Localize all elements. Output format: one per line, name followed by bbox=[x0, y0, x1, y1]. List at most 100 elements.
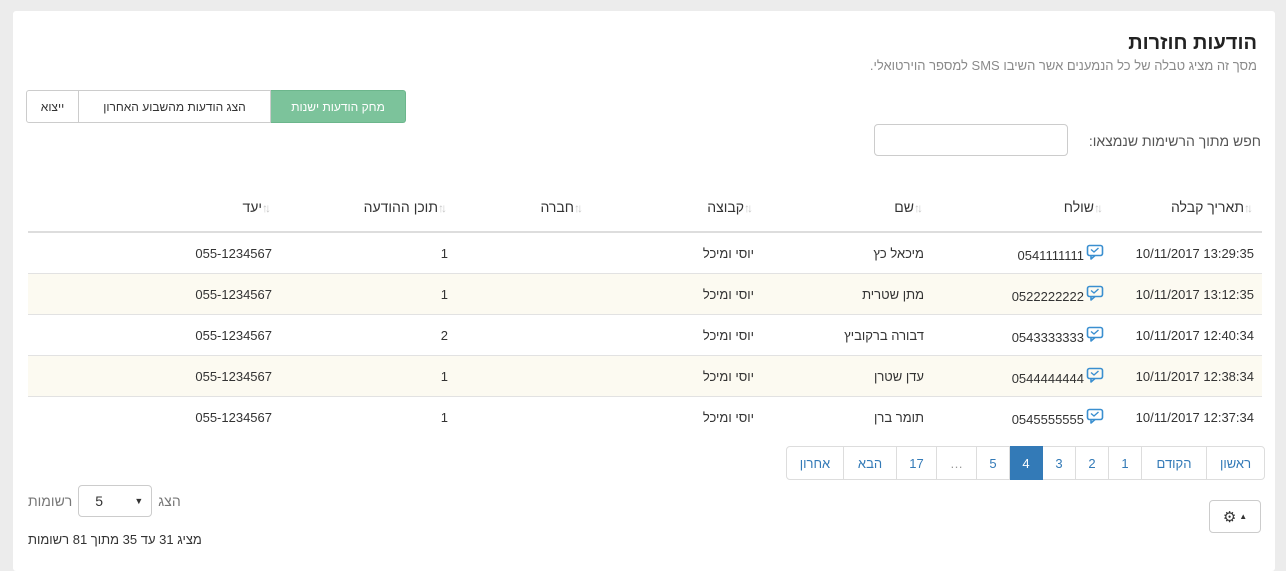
page-size-value: 5 bbox=[95, 493, 104, 509]
cell-name: מיכאל כץ bbox=[762, 231, 932, 274]
cell-content: 2 bbox=[280, 314, 456, 356]
search-label: חפש מתוך הרשימות שנמצאו: bbox=[1088, 133, 1261, 149]
column-header-company[interactable]: ↓↑חברה bbox=[456, 183, 592, 233]
cell-company bbox=[456, 355, 592, 397]
page-title: הודעות חוזרות bbox=[1128, 32, 1257, 54]
cell-date: 10/11/2017 12:37:34 bbox=[1112, 396, 1262, 437]
gear-icon: ⚙ bbox=[1222, 508, 1237, 526]
records-summary: מציג 31 עד 35 מתוך 81 רשומות bbox=[28, 532, 202, 547]
pagination-page[interactable]: 2 bbox=[1075, 446, 1109, 480]
show-last-week-button[interactable]: הצג הודעות מהשבוע האחרון bbox=[79, 90, 271, 123]
table-header-row: ↓↑תאריך קבלה ↓↑שולח ↓↑שם ↓↑קבוצה ↓↑חברה … bbox=[28, 183, 1262, 233]
main-panel: הודעות חוזרות מסך זה מציג טבלה של כל הנמ… bbox=[13, 11, 1275, 571]
pagination-ellipsis: … bbox=[936, 446, 977, 480]
caret-up-icon: ▲ bbox=[1239, 512, 1248, 521]
cell-name: דבורה ברקוביץ bbox=[762, 314, 932, 356]
sort-icon: ↓↑ bbox=[438, 201, 447, 215]
column-header-label: שולח bbox=[1063, 199, 1094, 215]
table-row[interactable]: 10/11/2017 12:40:34 0543333333 דבורה ברקוב… bbox=[28, 314, 1262, 356]
cell-content: 1 bbox=[280, 273, 456, 315]
cell-content: 1 bbox=[280, 231, 456, 274]
table-row[interactable]: 10/11/2017 13:12:35 0522222222 מתן שטרית יו… bbox=[28, 273, 1262, 315]
column-header-date[interactable]: ↓↑תאריך קבלה bbox=[1112, 183, 1262, 233]
sort-icon: ↓↑ bbox=[744, 201, 753, 215]
cell-company bbox=[456, 396, 592, 437]
column-header-sender[interactable]: ↓↑שולח bbox=[932, 183, 1112, 233]
table-row[interactable]: 10/11/2017 12:38:34 0544444444 עדן שטרן יוס… bbox=[28, 355, 1262, 397]
sms-reply-icon[interactable] bbox=[1086, 284, 1104, 302]
sms-reply-icon[interactable] bbox=[1086, 407, 1104, 425]
settings-dropdown-button[interactable]: ⚙ ▲ bbox=[1209, 500, 1261, 533]
cell-name: עדן שטרן bbox=[762, 355, 932, 397]
table-row[interactable]: 10/11/2017 13:29:35 0541111111 מיכאל כץ יוס… bbox=[28, 231, 1262, 274]
column-header-name[interactable]: ↓↑שם bbox=[762, 183, 932, 233]
cell-name: מתן שטרית bbox=[762, 273, 932, 315]
pagination-last[interactable]: אחרון bbox=[786, 446, 844, 480]
cell-sender: 0522222222 bbox=[932, 273, 1112, 315]
cell-target: 055-1234567 bbox=[28, 273, 280, 315]
column-header-label: שם bbox=[894, 199, 914, 215]
page-size-show-label: הצג bbox=[158, 493, 181, 509]
sender-number: 0541111111 bbox=[1017, 247, 1084, 263]
cell-target: 055-1234567 bbox=[28, 314, 280, 356]
cell-sender: 0541111111 bbox=[932, 231, 1112, 274]
column-header-group[interactable]: ↓↑קבוצה bbox=[592, 183, 762, 233]
page-subtitle: מסך זה מציג טבלה של כל הנמענים אשר השיבו… bbox=[869, 58, 1257, 73]
cell-group: יוסי ומיכל bbox=[592, 231, 762, 274]
delete-old-messages-button[interactable]: מחק הודעות ישנות bbox=[271, 90, 406, 123]
date-value: 10/11/2017 12:38:34 bbox=[1135, 368, 1254, 384]
column-header-label: יעד bbox=[242, 199, 262, 215]
cell-target: 055-1234567 bbox=[28, 231, 280, 274]
date-value: 10/11/2017 12:37:34 bbox=[1135, 409, 1254, 425]
sender-number: 0545555555 bbox=[1011, 411, 1084, 427]
cell-group: יוסי ומיכל bbox=[592, 273, 762, 315]
pagination: ראשון הקודם 1 2 3 4 5 … 17 הבא אחרון bbox=[786, 446, 1265, 480]
pagination-page[interactable]: 1 bbox=[1108, 446, 1142, 480]
caret-down-icon: ▼ bbox=[134, 496, 144, 506]
column-header-label: חברה bbox=[540, 199, 574, 215]
cell-date: 10/11/2017 13:12:35 bbox=[1112, 273, 1262, 315]
sender-number: 0543333333 bbox=[1011, 329, 1084, 345]
cell-date: 10/11/2017 13:29:35 bbox=[1112, 231, 1262, 274]
toolbar: ייצוא הצג הודעות מהשבוע האחרון מחק הודעו… bbox=[26, 90, 406, 123]
pagination-page-active[interactable]: 4 bbox=[1009, 446, 1043, 480]
cell-company bbox=[456, 231, 592, 274]
page-size-records-label: רשומות bbox=[28, 493, 73, 509]
sms-reply-icon[interactable] bbox=[1086, 366, 1104, 384]
sort-icon: ↓↑ bbox=[262, 201, 271, 215]
sender-number: 0522222222 bbox=[1011, 288, 1084, 304]
cell-company bbox=[456, 314, 592, 356]
cell-content: 1 bbox=[280, 396, 456, 437]
page-size-control: הצג 5 ▼ רשומות bbox=[28, 485, 181, 517]
sms-reply-icon[interactable] bbox=[1086, 325, 1104, 343]
date-value: 10/11/2017 13:12:35 bbox=[1135, 286, 1254, 302]
pagination-prev[interactable]: הקודם bbox=[1141, 446, 1207, 480]
cell-target: 055-1234567 bbox=[28, 355, 280, 397]
pagination-page[interactable]: 3 bbox=[1042, 446, 1076, 480]
sort-icon: ↓↑ bbox=[914, 201, 923, 215]
column-header-target[interactable]: ↓↑יעד bbox=[28, 183, 280, 233]
pagination-first[interactable]: ראשון bbox=[1206, 446, 1265, 480]
sms-reply-icon[interactable] bbox=[1086, 243, 1104, 261]
pagination-page[interactable]: 17 bbox=[896, 446, 937, 480]
column-header-label: קבוצה bbox=[707, 199, 744, 215]
pagination-next[interactable]: הבא bbox=[843, 446, 897, 480]
messages-table: ↓↑תאריך קבלה ↓↑שולח ↓↑שם ↓↑קבוצה ↓↑חברה … bbox=[28, 183, 1262, 437]
cell-content: 1 bbox=[280, 355, 456, 397]
date-value: 10/11/2017 12:40:34 bbox=[1135, 327, 1254, 343]
cell-company bbox=[456, 273, 592, 315]
cell-sender: 0543333333 bbox=[932, 314, 1112, 356]
table-row[interactable]: 10/11/2017 12:37:34 0545555555 תומר ברן יוס… bbox=[28, 396, 1262, 437]
cell-group: יוסי ומיכל bbox=[592, 355, 762, 397]
export-button[interactable]: ייצוא bbox=[26, 90, 79, 123]
cell-group: יוסי ומיכל bbox=[592, 314, 762, 356]
page-size-select[interactable]: 5 ▼ bbox=[78, 485, 153, 517]
cell-name: תומר ברן bbox=[762, 396, 932, 437]
cell-group: יוסי ומיכל bbox=[592, 396, 762, 437]
search-input[interactable] bbox=[874, 124, 1068, 156]
pagination-page[interactable]: 5 bbox=[976, 446, 1010, 480]
column-header-label: תוכן ההודעה bbox=[363, 199, 438, 215]
date-value: 10/11/2017 13:29:35 bbox=[1135, 245, 1254, 261]
column-header-label: תאריך קבלה bbox=[1170, 199, 1244, 215]
column-header-content[interactable]: ↓↑תוכן ההודעה bbox=[280, 183, 456, 233]
